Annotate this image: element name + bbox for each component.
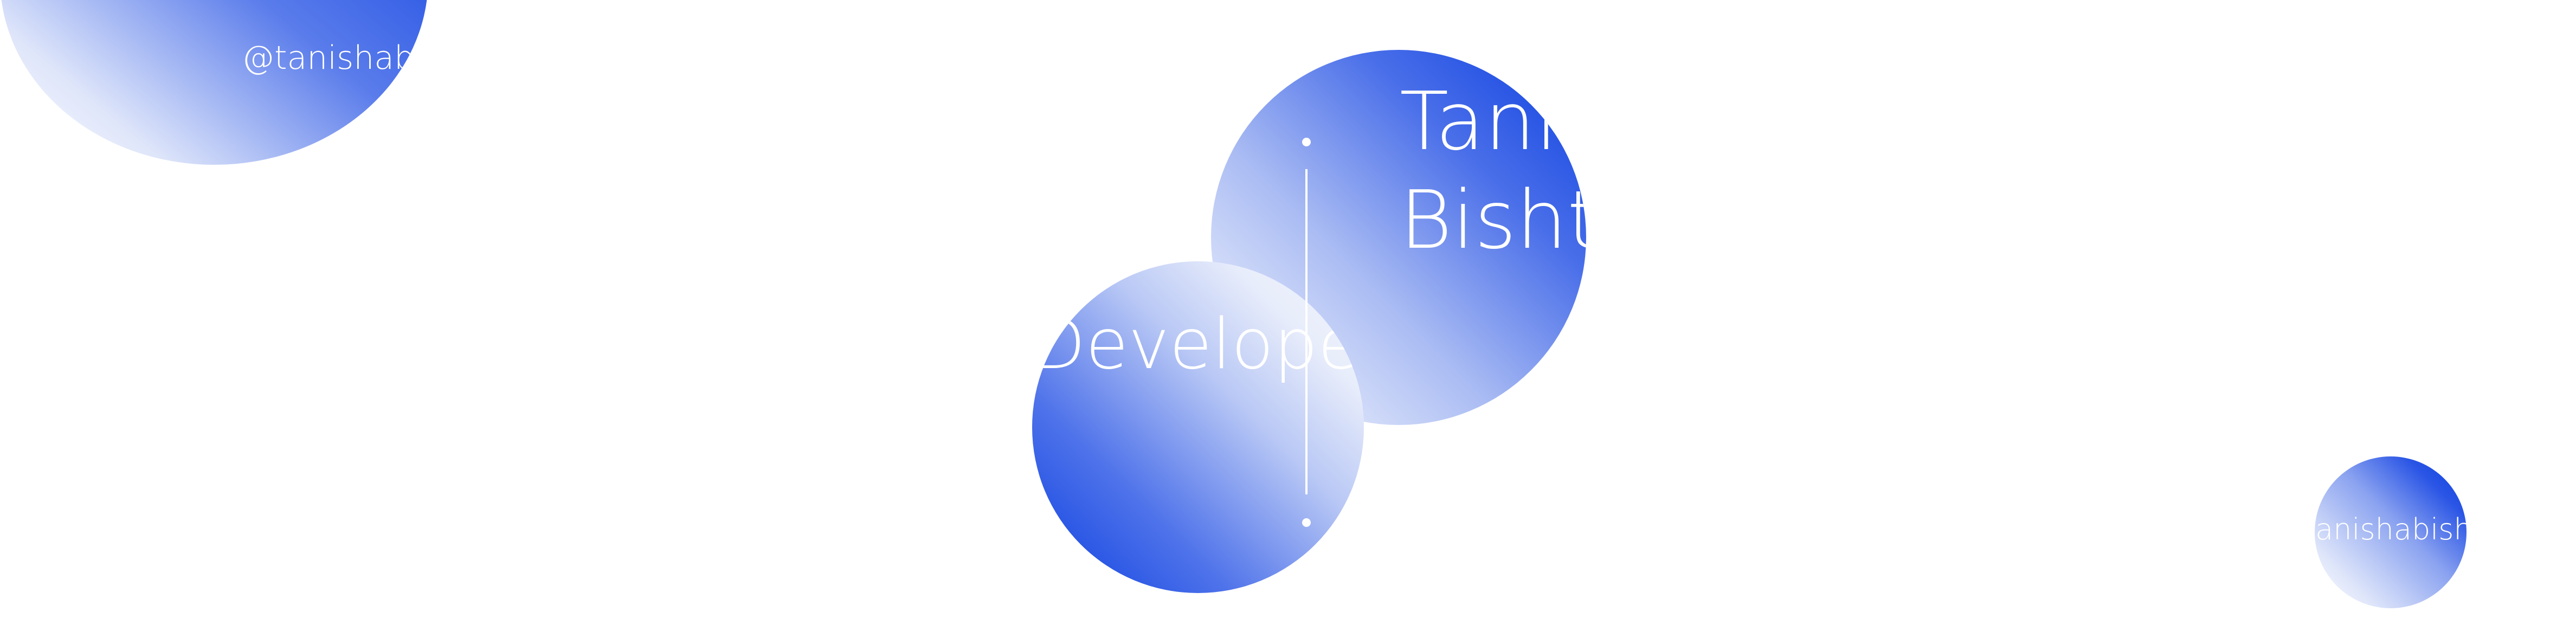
website-link: tanishabisht.github.io [2315,512,2466,546]
last-name: Bisht [1400,173,1586,267]
vertical-divider [1305,169,1308,494]
top-left-circle: @tanishabisht [0,0,428,165]
divider-top-dot [1302,138,1311,146]
divider-bottom-dot [1302,518,1311,527]
social-handle: @tanishabisht [242,39,428,77]
banner: @tanishabisht Tanisha Bisht Developer ta… [0,0,2576,644]
website-circle: tanishabisht.github.io [2315,456,2466,608]
first-name: Tanisha [1400,75,1586,168]
role-title: Developer [1032,304,1364,385]
role-circle: Developer [1032,261,1364,593]
